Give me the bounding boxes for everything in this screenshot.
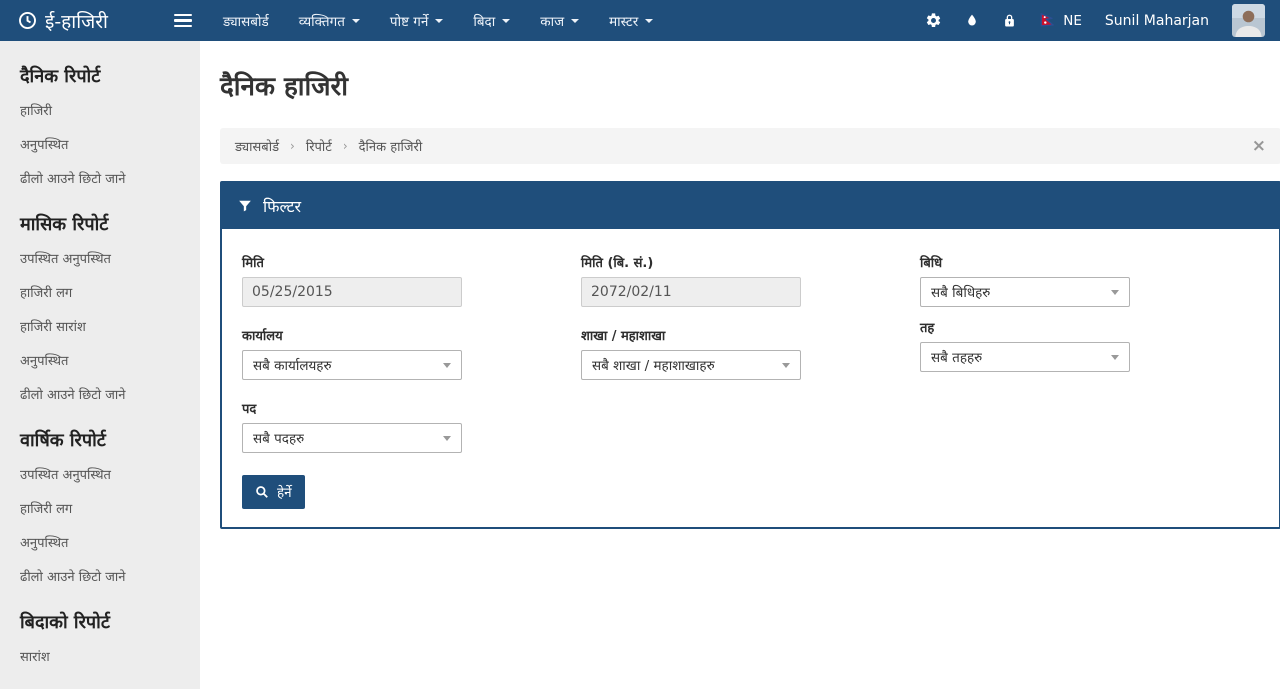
sidebar-item-daily-absent[interactable]: अनुपस्थित — [20, 127, 180, 161]
date-ad-input[interactable] — [242, 277, 462, 307]
breadcrumb-dashboard[interactable]: ड्यासबोर्ड — [235, 137, 279, 155]
sidebar-heading: मासिक रिपोर्ट — [20, 214, 109, 235]
method-label: बिधि — [920, 256, 943, 271]
sidebar-item-leave-summary[interactable]: सारांश — [20, 639, 180, 673]
filter-funnel-icon — [238, 199, 252, 213]
field-date-bs: मिति (बि. सं.) — [581, 253, 920, 307]
top-navbar: ई-हाजिरी ड्यासबोर्ड व्यक्तिगत पोष्ट गर्न… — [0, 0, 1280, 41]
sidebar-heading: दैनिक रिपोर्ट — [20, 66, 101, 87]
menu-icon[interactable] — [174, 13, 192, 28]
field-post: पद सबै पदहरु — [242, 399, 581, 453]
branch-select[interactable]: सबै शाखा / महाशाखाहरु — [581, 350, 801, 380]
user-avatar[interactable] — [1232, 4, 1265, 37]
sidebar-item-monthly-present-absent[interactable]: उपस्थित अनुपस्थित — [20, 241, 180, 275]
post-select[interactable]: सबै पदहरु — [242, 423, 462, 453]
nav-post[interactable]: पोष्ट गर्ने — [375, 0, 458, 41]
chevron-down-icon — [502, 18, 511, 27]
filter-panel: फिल्टर मिति कार्यालय सबै कार्यालयहरु — [220, 181, 1280, 529]
sidebar-section-monthly: मासिक रिपोर्ट उपस्थित अनुपस्थित हाजिरी ल… — [20, 212, 180, 411]
brand-title: ई-हाजिरी — [45, 10, 108, 33]
field-office: कार्यालय सबै कार्यालयहरु — [242, 326, 581, 380]
reports-sidebar: दैनिक रिपोर्ट हाजिरी अनुपस्थित ढीलो आउने… — [0, 41, 200, 689]
filter-panel-title: फिल्टर — [263, 197, 302, 216]
breadcrumb-current: दैनिक हाजिरी — [358, 140, 423, 155]
chevron-down-icon — [571, 18, 580, 27]
sidebar-heading: वार्षिक रिपोर्ट — [20, 430, 106, 451]
sidebar-item-daily-attendance[interactable]: हाजिरी — [20, 93, 180, 127]
date-bs-label: मिति (बि. सं.) — [581, 256, 654, 271]
chevron-down-icon — [443, 362, 451, 372]
main-content: दैनिक हाजिरी ड्यासबोर्ड › रिपोर्ट › दैनि… — [200, 41, 1280, 689]
sidebar-item-monthly-log[interactable]: हाजिरी लग — [20, 275, 180, 309]
lock-icon[interactable] — [1002, 12, 1017, 29]
office-select[interactable]: सबै कार्यालयहरु — [242, 350, 462, 380]
field-method: बिधि सबै बिधिहरु — [920, 253, 1259, 307]
close-icon[interactable]: × — [1252, 137, 1266, 155]
breadcrumb-separator: › — [342, 139, 348, 153]
clock-icon — [18, 11, 37, 30]
level-label: तह — [920, 321, 935, 336]
nav-personal[interactable]: व्यक्तिगत — [284, 0, 375, 41]
main-nav: ड्यासबोर्ड व्यक्तिगत पोष्ट गर्ने बिदा का… — [208, 0, 668, 41]
sidebar-item-daily-late[interactable]: ढीलो आउने छिटो जाने — [20, 161, 180, 195]
search-icon — [255, 485, 269, 499]
sidebar-item-yearly-log[interactable]: हाजिरी लग — [20, 491, 180, 525]
chevron-down-icon — [443, 435, 451, 445]
office-label: कार्यालय — [242, 329, 283, 344]
sidebar-section-leave: बिदाको रिपोर्ट सारांश — [20, 610, 180, 673]
filter-column-2: मिति (बि. सं.) शाखा / महाशाखा सबै शाखा /… — [581, 253, 920, 509]
sidebar-item-yearly-late[interactable]: ढीलो आउने छिटो जाने — [20, 559, 180, 593]
chevron-down-icon — [782, 362, 790, 372]
sidebar-item-monthly-late[interactable]: ढीलो आउने छिटो जाने — [20, 377, 180, 411]
nav-leave[interactable]: बिदा — [458, 0, 525, 41]
method-select[interactable]: सबै बिधिहरु — [920, 277, 1130, 307]
filter-panel-header: फिल्टर — [222, 183, 1279, 229]
filter-form: मिति कार्यालय सबै कार्यालयहरु पद सबै — [222, 229, 1279, 527]
language-code: NE — [1063, 12, 1082, 29]
chevron-down-icon — [645, 18, 654, 27]
date-bs-input[interactable] — [581, 277, 801, 307]
user-menu[interactable]: Sunil Maharjan — [1105, 13, 1209, 29]
view-button[interactable]: हेर्ने — [242, 475, 305, 509]
page-title: दैनिक हाजिरी — [220, 72, 348, 102]
app-brand[interactable]: ई-हाजिरी — [0, 8, 168, 34]
chevron-down-icon — [1111, 289, 1119, 299]
water-drop-icon[interactable] — [965, 12, 979, 29]
nav-dashboard[interactable]: ड्यासबोर्ड — [208, 0, 284, 41]
nepal-flag-icon — [1040, 12, 1055, 29]
navbar-right: NE Sunil Maharjan — [925, 4, 1280, 37]
chevron-down-icon — [1111, 354, 1119, 364]
sidebar-section-yearly: वार्षिक रिपोर्ट उपस्थित अनुपस्थित हाजिरी… — [20, 428, 180, 593]
sidebar-section-daily: दैनिक रिपोर्ट हाजिरी अनुपस्थित ढीलो आउने… — [20, 64, 180, 195]
date-ad-label: मिति — [242, 256, 264, 271]
language-switcher[interactable]: NE — [1040, 12, 1082, 29]
field-date-ad: मिति — [242, 253, 581, 307]
sidebar-item-monthly-absent[interactable]: अनुपस्थित — [20, 343, 180, 377]
settings-icon[interactable] — [925, 12, 942, 29]
breadcrumb: ड्यासबोर्ड › रिपोर्ट › दैनिक हाजिरी × — [220, 128, 1280, 164]
filter-column-1: मिति कार्यालय सबै कार्यालयहरु पद सबै — [242, 253, 581, 509]
sidebar-item-yearly-present-absent[interactable]: उपस्थित अनुपस्थित — [20, 457, 180, 491]
branch-label: शाखा / महाशाखा — [581, 329, 666, 344]
nav-master[interactable]: मास्टर — [594, 0, 668, 41]
sidebar-item-monthly-summary[interactable]: हाजिरी सारांश — [20, 309, 180, 343]
page-layout: दैनिक रिपोर्ट हाजिरी अनुपस्थित ढीलो आउने… — [0, 41, 1280, 689]
field-branch: शाखा / महाशाखा सबै शाखा / महाशाखाहरु — [581, 326, 920, 380]
chevron-down-icon — [351, 18, 360, 27]
nav-work[interactable]: काज — [525, 0, 594, 41]
post-label: पद — [242, 402, 257, 417]
breadcrumb-report[interactable]: रिपोर्ट — [306, 137, 332, 155]
filter-column-3: बिधि सबै बिधिहरु तह सबै तहहरु — [920, 253, 1259, 509]
level-select[interactable]: सबै तहहरु — [920, 342, 1130, 372]
sidebar-heading: बिदाको रिपोर्ट — [20, 612, 110, 633]
sidebar-item-yearly-absent[interactable]: अनुपस्थित — [20, 525, 180, 559]
field-level: तह सबै तहहरु — [920, 318, 1259, 372]
breadcrumb-separator: › — [290, 139, 295, 153]
chevron-down-icon — [435, 18, 444, 27]
